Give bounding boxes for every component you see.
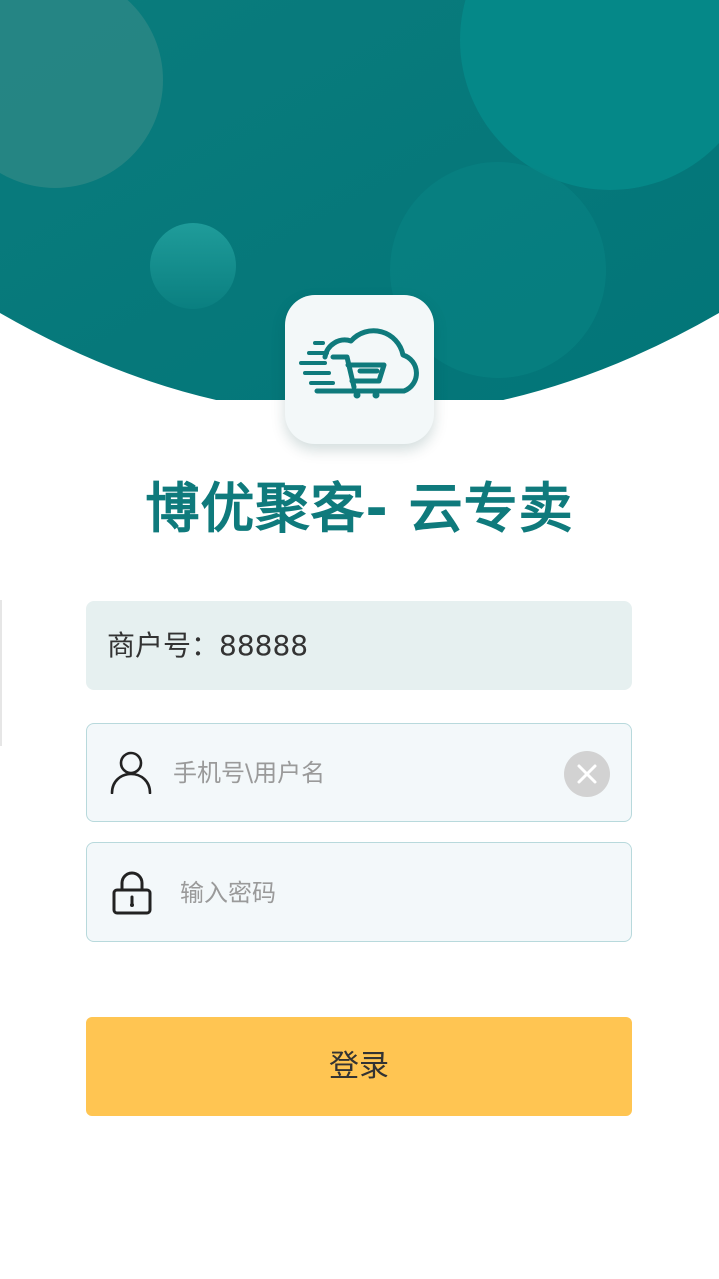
close-icon <box>577 764 597 784</box>
clear-username-button[interactable] <box>564 751 610 797</box>
password-field[interactable] <box>86 842 632 942</box>
app-title: 博优聚客- 云专卖 <box>145 477 574 540</box>
cloud-cart-icon <box>299 328 419 399</box>
merchant-number-field[interactable]: 商户号：88888 <box>86 601 632 690</box>
user-icon <box>110 751 152 794</box>
login-button[interactable]: 登录 <box>86 1017 632 1116</box>
username-field[interactable] <box>86 723 632 822</box>
app-logo <box>285 295 434 444</box>
password-input[interactable] <box>180 868 600 918</box>
username-input[interactable] <box>173 748 553 798</box>
lock-icon <box>112 871 152 915</box>
edge-divider <box>0 600 2 746</box>
merchant-number-label: 商户号：88888 <box>107 629 309 662</box>
